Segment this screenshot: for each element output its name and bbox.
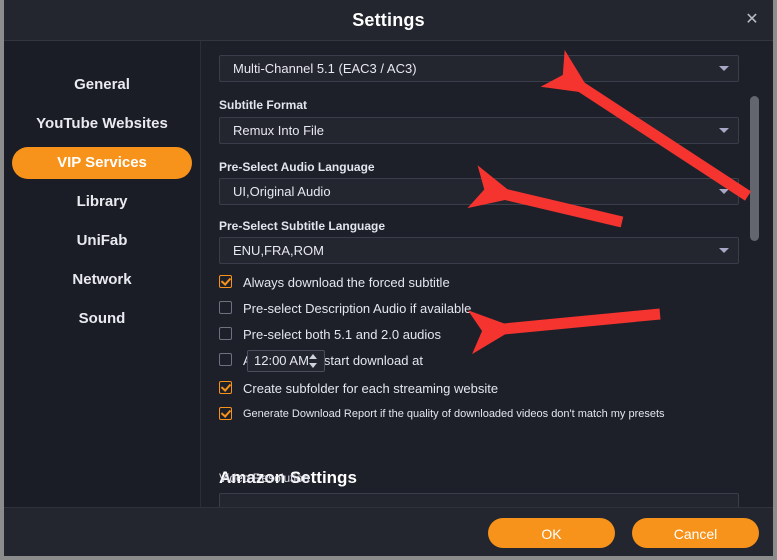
sidebar-item-unifab[interactable]: UniFab xyxy=(12,225,192,257)
sidebar-item-youtube-websites[interactable]: YouTube Websites xyxy=(12,108,192,140)
page-title: Settings xyxy=(4,0,773,40)
sidebar-item-sound[interactable]: Sound xyxy=(12,303,192,335)
preselect-subtitle-language-dropdown[interactable]: ENU,FRA,ROM xyxy=(219,237,739,264)
checkbox-box[interactable] xyxy=(219,381,232,394)
sidebar-item-general[interactable]: General xyxy=(12,69,192,101)
checkbox-label: Always download the forced subtitle xyxy=(243,273,450,292)
download-time-value: 12:00 AM xyxy=(254,351,309,371)
preselect-audio-language-value: UI,Original Audio xyxy=(233,179,331,204)
audio-channel-value: Multi-Channel 5.1 (EAC3 / AC3) xyxy=(233,56,417,81)
ok-button[interactable]: OK xyxy=(488,518,615,548)
chevron-down-icon xyxy=(719,66,729,71)
checkbox-box[interactable] xyxy=(219,275,232,288)
checkbox-box[interactable] xyxy=(219,407,232,420)
audio-channel-dropdown[interactable]: Multi-Channel 5.1 (EAC3 / AC3) xyxy=(219,55,739,82)
scrollbar-thumb[interactable] xyxy=(750,96,759,241)
sidebar-item-vip-services[interactable]: VIP Services xyxy=(12,147,192,179)
subtitle-format-label: Subtitle Format xyxy=(219,98,307,112)
scrollbar-track[interactable] xyxy=(750,41,759,508)
checkbox-box[interactable] xyxy=(219,353,232,366)
sidebar-item-library[interactable]: Library xyxy=(12,186,192,218)
preselect-subtitle-language-label: Pre-Select Subtitle Language xyxy=(219,219,385,233)
title-bar: Settings ✕ xyxy=(4,0,773,41)
checkbox-label: Create subfolder for each streaming webs… xyxy=(243,379,498,398)
close-icon[interactable]: ✕ xyxy=(737,5,767,35)
settings-content: Multi-Channel 5.1 (EAC3 / AC3) Subtitle … xyxy=(201,41,773,508)
sidebar: General YouTube Websites VIP Services Li… xyxy=(4,41,201,556)
settings-dialog: Settings ✕ General YouTube Websites VIP … xyxy=(0,0,777,560)
spinner-down-icon[interactable] xyxy=(309,363,317,368)
checkbox-label: Pre-select Description Audio if availabl… xyxy=(243,299,471,318)
chevron-down-icon xyxy=(719,128,729,133)
dialog-footer: OK Cancel xyxy=(4,507,773,556)
checkbox-label: Pre-select both 5.1 and 2.0 audios xyxy=(243,325,441,344)
checkbox-label: Generate Download Report if the quality … xyxy=(243,405,665,424)
subtitle-format-dropdown[interactable]: Remux Into File xyxy=(219,117,739,144)
preselect-subtitle-language-value: ENU,FRA,ROM xyxy=(233,238,324,263)
chevron-down-icon xyxy=(719,189,729,194)
checkbox-box[interactable] xyxy=(219,301,232,314)
download-time-spinner[interactable]: 12:00 AM xyxy=(247,350,325,372)
chevron-down-icon xyxy=(719,248,729,253)
sidebar-item-network[interactable]: Network xyxy=(12,264,192,296)
preselect-audio-language-dropdown[interactable]: UI,Original Audio xyxy=(219,178,739,205)
video-resolution-dropdown[interactable] xyxy=(219,493,739,508)
spinner-up-icon[interactable] xyxy=(309,354,317,359)
video-resolution-label: Video Resolution xyxy=(219,471,310,485)
checkbox-box[interactable] xyxy=(219,327,232,340)
cancel-button[interactable]: Cancel xyxy=(632,518,759,548)
subtitle-format-value: Remux Into File xyxy=(233,118,324,143)
preselect-audio-language-label: Pre-Select Audio Language xyxy=(219,160,375,174)
